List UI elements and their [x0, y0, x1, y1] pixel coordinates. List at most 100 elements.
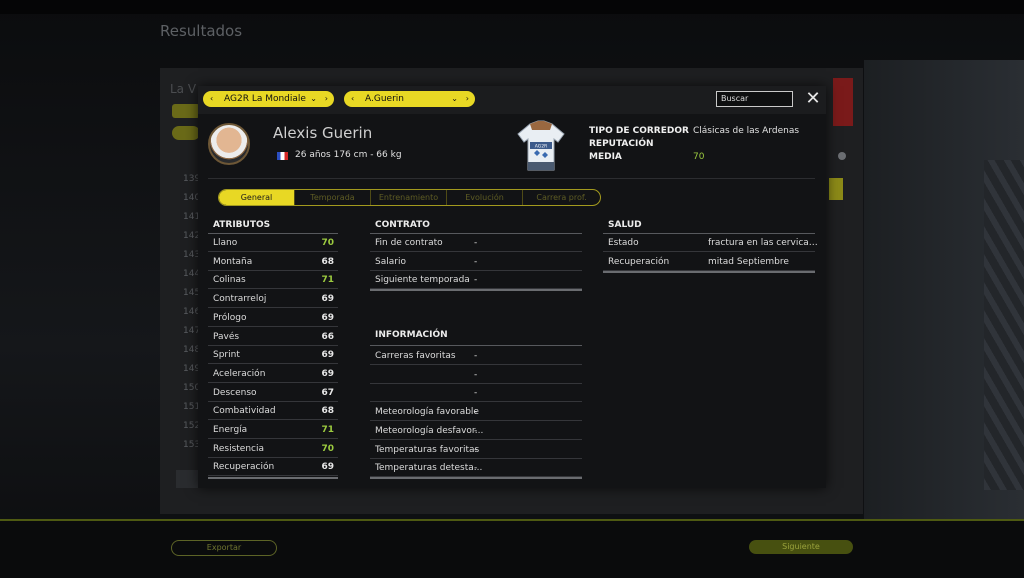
- attributes-bottom-rule: [208, 477, 338, 479]
- bottom-bar: [0, 519, 1024, 578]
- row-value: 69: [321, 294, 334, 305]
- row-label: Aceleración: [213, 368, 266, 379]
- svg-text:AG2R: AG2R: [535, 144, 547, 150]
- row-value: fractura en las cervical...: [708, 238, 818, 248]
- row-label: Sprint: [213, 350, 240, 361]
- tab-general[interactable]: General: [219, 190, 295, 205]
- row-value: mitad Septiembre: [708, 256, 789, 267]
- row-value: 69: [321, 368, 334, 379]
- chevron-down-icon[interactable]: ⌄: [451, 91, 458, 107]
- chevron-right-icon[interactable]: ›: [466, 91, 469, 107]
- row-label: Energía: [213, 425, 248, 435]
- row-value: 69: [321, 462, 334, 473]
- table-row: Prólogo 69: [208, 309, 338, 327]
- table-row: Pavés 66: [208, 328, 338, 346]
- table-row: Meteorología favorable -: [370, 403, 582, 422]
- row-value: -: [474, 369, 478, 380]
- table-row: Llano 70: [208, 234, 338, 252]
- row-label: Prólogo: [213, 312, 247, 323]
- table-row: Resistencia 70: [208, 440, 338, 458]
- row-label: Temperaturas favoritas: [375, 444, 480, 455]
- table-row: Temperaturas detesta... -: [370, 459, 582, 478]
- row-label: Montaña: [213, 256, 253, 267]
- table-row: Meteorología desfavor... -: [370, 422, 582, 440]
- side-handle[interactable]: [829, 178, 843, 200]
- results-panel-title: La V: [170, 82, 197, 96]
- information-rule: [370, 345, 582, 346]
- table-row: -: [370, 384, 582, 403]
- table-row: Energía 71: [208, 421, 338, 439]
- health-title: SALUD: [608, 220, 642, 230]
- table-row: Descenso 67: [208, 384, 338, 402]
- table-row: Recuperación 69: [208, 458, 338, 477]
- header-divider: [208, 178, 815, 179]
- row-value: 66: [321, 331, 334, 342]
- stage-tag[interactable]: [172, 104, 200, 118]
- rider-select[interactable]: ‹ A.Guerin ⌄ ›: [344, 91, 475, 107]
- row-label: Combatividad: [213, 406, 276, 417]
- row-label: Meteorología desfavor...: [375, 425, 484, 436]
- row-label: Carreras favoritas: [375, 351, 456, 361]
- row-label: Llano: [213, 238, 238, 248]
- chevron-down-icon[interactable]: ⌄: [310, 91, 317, 107]
- information-title: INFORMACIÓN: [375, 330, 448, 340]
- row-value: -: [474, 444, 478, 455]
- row-label: Descenso: [213, 387, 257, 398]
- chevron-right-icon[interactable]: ›: [325, 91, 328, 107]
- row-value: -: [474, 388, 478, 399]
- table-row: Fin de contrato -: [370, 234, 582, 252]
- table-row: Aceleración 69: [208, 365, 338, 383]
- row-value: -: [474, 275, 478, 286]
- health-bottom-rule: [603, 271, 815, 273]
- tab-bar: General Temporada Entrenamiento Evolució…: [218, 189, 601, 206]
- row-value: 70: [321, 238, 334, 248]
- top-bar: [0, 0, 1024, 14]
- table-row: Temperaturas favoritas -: [370, 441, 582, 459]
- row-value: -: [474, 407, 478, 418]
- tab-carrera-prof[interactable]: Carrera prof.: [523, 190, 600, 205]
- team-select[interactable]: ‹ AG2R La Mondiale ⌄ ›: [203, 91, 334, 107]
- team-select-label: AG2R La Mondiale: [224, 94, 306, 104]
- scroll-indicator[interactable]: [838, 152, 846, 160]
- export-button[interactable]: Exportar: [171, 540, 277, 556]
- stage-filter[interactable]: [172, 126, 200, 140]
- row-label: Recuperación: [608, 256, 670, 267]
- chevron-left-icon[interactable]: ‹: [210, 91, 213, 107]
- next-button[interactable]: Siguiente: [749, 540, 853, 554]
- row-label: Fin de contrato: [375, 238, 443, 248]
- rider-profile-modal: ‹ AG2R La Mondiale ⌄ › ‹ A.Guerin ⌄ › Bu…: [198, 86, 826, 488]
- table-row: Siguiente temporada -: [370, 271, 582, 290]
- table-row: Recuperación mitad Septiembre: [603, 253, 815, 271]
- rider-info: 26 años 176 cm - 66 kg: [295, 150, 402, 160]
- row-value: 68: [321, 406, 334, 417]
- row-value: 68: [321, 256, 334, 267]
- tab-temporada[interactable]: Temporada: [295, 190, 371, 205]
- rider-type-label: TIPO DE CORREDOR: [589, 126, 689, 136]
- table-row: Combatividad 68: [208, 402, 338, 421]
- row-value: -: [474, 351, 478, 361]
- attributes-title: ATRIBUTOS: [213, 220, 271, 230]
- rider-name: Alexis Guerin: [273, 124, 373, 142]
- chevron-left-icon[interactable]: ‹: [351, 91, 354, 107]
- row-label: Estado: [608, 238, 639, 248]
- flag-icon-france: [277, 152, 288, 160]
- row-label: Temperaturas detesta...: [375, 463, 483, 474]
- tab-entrenamiento[interactable]: Entrenamiento: [371, 190, 447, 205]
- table-row: Montaña 68: [208, 253, 338, 271]
- reputation-label: REPUTACIÓN: [589, 139, 654, 149]
- tab-evolucion[interactable]: Evolución: [447, 190, 523, 205]
- row-value: -: [474, 425, 478, 436]
- row-label: Contrarreloj: [213, 294, 267, 305]
- close-icon[interactable]: ✕: [804, 89, 822, 109]
- table-row: -: [370, 366, 582, 384]
- search-input[interactable]: Buscar: [716, 91, 793, 107]
- row-label: Colinas: [213, 275, 246, 286]
- row-label: Pavés: [213, 331, 240, 342]
- table-row: Contrarreloj 69: [208, 290, 338, 309]
- row-value: 69: [321, 350, 334, 361]
- row-label: Recuperación: [213, 462, 275, 473]
- background-artwork: [864, 60, 1024, 520]
- team-jersey-icon: AG2R: [517, 120, 565, 171]
- average-value: 70: [693, 152, 705, 162]
- screen-title: Resultados: [160, 22, 243, 40]
